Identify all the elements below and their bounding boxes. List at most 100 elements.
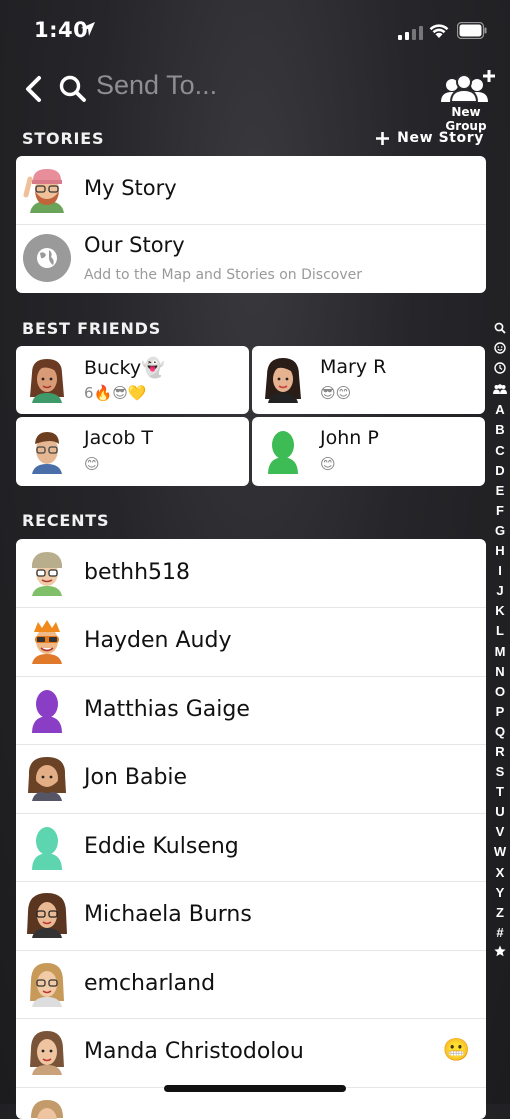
- recent-name: Manda Christodolou: [84, 1039, 304, 1064]
- index-letter[interactable]: X: [490, 863, 510, 883]
- my-story-row[interactable]: My Story: [16, 156, 486, 225]
- recents-section-label: RECENTS: [22, 511, 110, 530]
- recent-name: Hayden Audy: [84, 628, 232, 653]
- recent-row[interactable]: Jon Babie: [16, 744, 486, 814]
- bitmoji-avatar: [28, 757, 66, 801]
- best-friend-name: Bucky👻: [84, 357, 165, 379]
- recent-row[interactable]: Matthias Gaige: [16, 676, 486, 745]
- index-letter[interactable]: V: [490, 822, 510, 842]
- best-friend-name: Mary R: [320, 356, 387, 378]
- index-letter[interactable]: O: [490, 682, 510, 702]
- recents-card: bethh518 Hayden Audy Matthias Gaige Jon …: [16, 539, 486, 1119]
- index-group-icon[interactable]: [490, 380, 510, 400]
- recent-name: emcharland: [84, 971, 216, 996]
- recent-name: Michaela Burns: [84, 902, 252, 927]
- recent-name: Matthias Gaige: [84, 697, 250, 722]
- recent-row[interactable]: emcharland: [16, 950, 486, 1019]
- index-letter[interactable]: T: [490, 782, 510, 802]
- index-search-icon[interactable]: [490, 320, 510, 340]
- our-story-name: Our Story: [84, 233, 185, 257]
- index-letter[interactable]: S: [490, 762, 510, 782]
- recent-row[interactable]: Eddie Kulseng: [16, 813, 486, 882]
- alphabet-index[interactable]: A B C D E F G H I J K L M N O P Q R S T …: [490, 320, 510, 963]
- index-letter[interactable]: P: [490, 702, 510, 722]
- index-letter[interactable]: M: [490, 642, 510, 662]
- index-letter[interactable]: I: [490, 561, 510, 581]
- ghost-avatar-icon: [32, 690, 62, 733]
- recent-name: Jon Babie: [84, 765, 188, 790]
- index-letter[interactable]: D: [490, 461, 510, 481]
- best-friend-name: John P: [320, 427, 379, 449]
- best-friend-tile[interactable]: Mary R 😎😊: [252, 346, 485, 414]
- best-friend-tile[interactable]: John P 😊: [252, 417, 485, 486]
- search-input[interactable]: Send To...: [96, 70, 217, 101]
- bitmoji-avatar: [30, 963, 64, 1007]
- index-letter[interactable]: A: [490, 400, 510, 420]
- globe-icon: [23, 234, 71, 282]
- battery-icon: [457, 22, 487, 39]
- recent-row[interactable]: bethh518: [16, 539, 486, 608]
- best-friend-emojis: 😊: [84, 455, 100, 473]
- best-friends-section-label: BEST FRIENDS: [22, 319, 162, 338]
- bitmoji-avatar: [27, 893, 67, 938]
- index-star-icon[interactable]: [490, 943, 510, 963]
- status-bar: 1:40: [0, 0, 510, 60]
- wifi-icon: [429, 24, 449, 38]
- best-friend-tile[interactable]: Jacob T 😊: [16, 417, 249, 486]
- our-story-subtitle: Add to the Map and Stories on Discover: [84, 267, 362, 283]
- location-arrow-icon: [81, 22, 95, 36]
- ghost-avatar-icon: [32, 827, 62, 870]
- header: Send To... New Group: [0, 60, 510, 133]
- index-letter[interactable]: R: [490, 742, 510, 762]
- back-button[interactable]: [22, 74, 46, 104]
- index-letter[interactable]: L: [490, 621, 510, 641]
- best-friend-tile[interactable]: Bucky👻 6🔥😎💛: [16, 346, 249, 414]
- index-letter[interactable]: U: [490, 802, 510, 822]
- bitmoji-avatar: [31, 1100, 63, 1119]
- home-indicator: [164, 1085, 346, 1092]
- ghost-avatar-icon: [268, 431, 298, 474]
- recent-row[interactable]: Hayden Audy: [16, 607, 486, 677]
- index-clock-icon[interactable]: [490, 360, 510, 380]
- recent-friend-emoji: 😬: [442, 1038, 470, 1063]
- stories-section-label: STORIES: [22, 129, 105, 148]
- new-group-button[interactable]: New Group: [430, 68, 502, 133]
- search-icon[interactable]: [58, 74, 88, 104]
- our-story-row[interactable]: Our Story Add to the Map and Stories on …: [16, 224, 486, 293]
- recent-name: Eddie Kulseng: [84, 834, 239, 859]
- group-add-icon: [441, 70, 495, 103]
- cellular-signal-icon: [398, 24, 423, 40]
- index-letter[interactable]: F: [490, 501, 510, 521]
- index-letter[interactable]: C: [490, 441, 510, 461]
- stories-card: My Story Our Story Add to the Map and St…: [16, 156, 486, 293]
- bitmoji-avatar: [30, 359, 64, 403]
- index-letter[interactable]: K: [490, 601, 510, 621]
- index-letter[interactable]: J: [490, 581, 510, 601]
- recent-name: bethh518: [84, 560, 191, 585]
- bitmoji-avatar: [32, 552, 62, 596]
- index-letter[interactable]: H: [490, 541, 510, 561]
- my-story-bitmoji-avatar: [23, 169, 64, 213]
- recent-row[interactable]: Manda Christodolou 😬: [16, 1018, 486, 1088]
- best-friend-emojis: 6🔥😎💛: [84, 384, 147, 402]
- new-story-label: New Story: [397, 130, 484, 146]
- best-friend-emojis: 😎😊: [320, 384, 352, 402]
- index-letter[interactable]: W: [490, 842, 510, 862]
- bitmoji-avatar: [32, 432, 62, 474]
- index-smiley-icon[interactable]: [490, 340, 510, 360]
- new-story-button[interactable]: New Story: [375, 130, 484, 146]
- best-friend-name: Jacob T: [84, 427, 154, 449]
- recent-row[interactable]: Michaela Burns: [16, 881, 486, 951]
- bitmoji-avatar: [30, 1031, 64, 1075]
- index-letter[interactable]: E: [490, 481, 510, 501]
- index-letter[interactable]: #: [490, 923, 510, 943]
- index-letter[interactable]: Z: [490, 903, 510, 923]
- index-letter[interactable]: B: [490, 420, 510, 440]
- index-letter[interactable]: Y: [490, 883, 510, 903]
- index-letter[interactable]: Q: [490, 722, 510, 742]
- my-story-name: My Story: [84, 176, 177, 200]
- index-letter[interactable]: G: [490, 521, 510, 541]
- new-group-label: New Group: [445, 105, 487, 133]
- index-letter[interactable]: N: [490, 662, 510, 682]
- plus-icon: [376, 131, 390, 145]
